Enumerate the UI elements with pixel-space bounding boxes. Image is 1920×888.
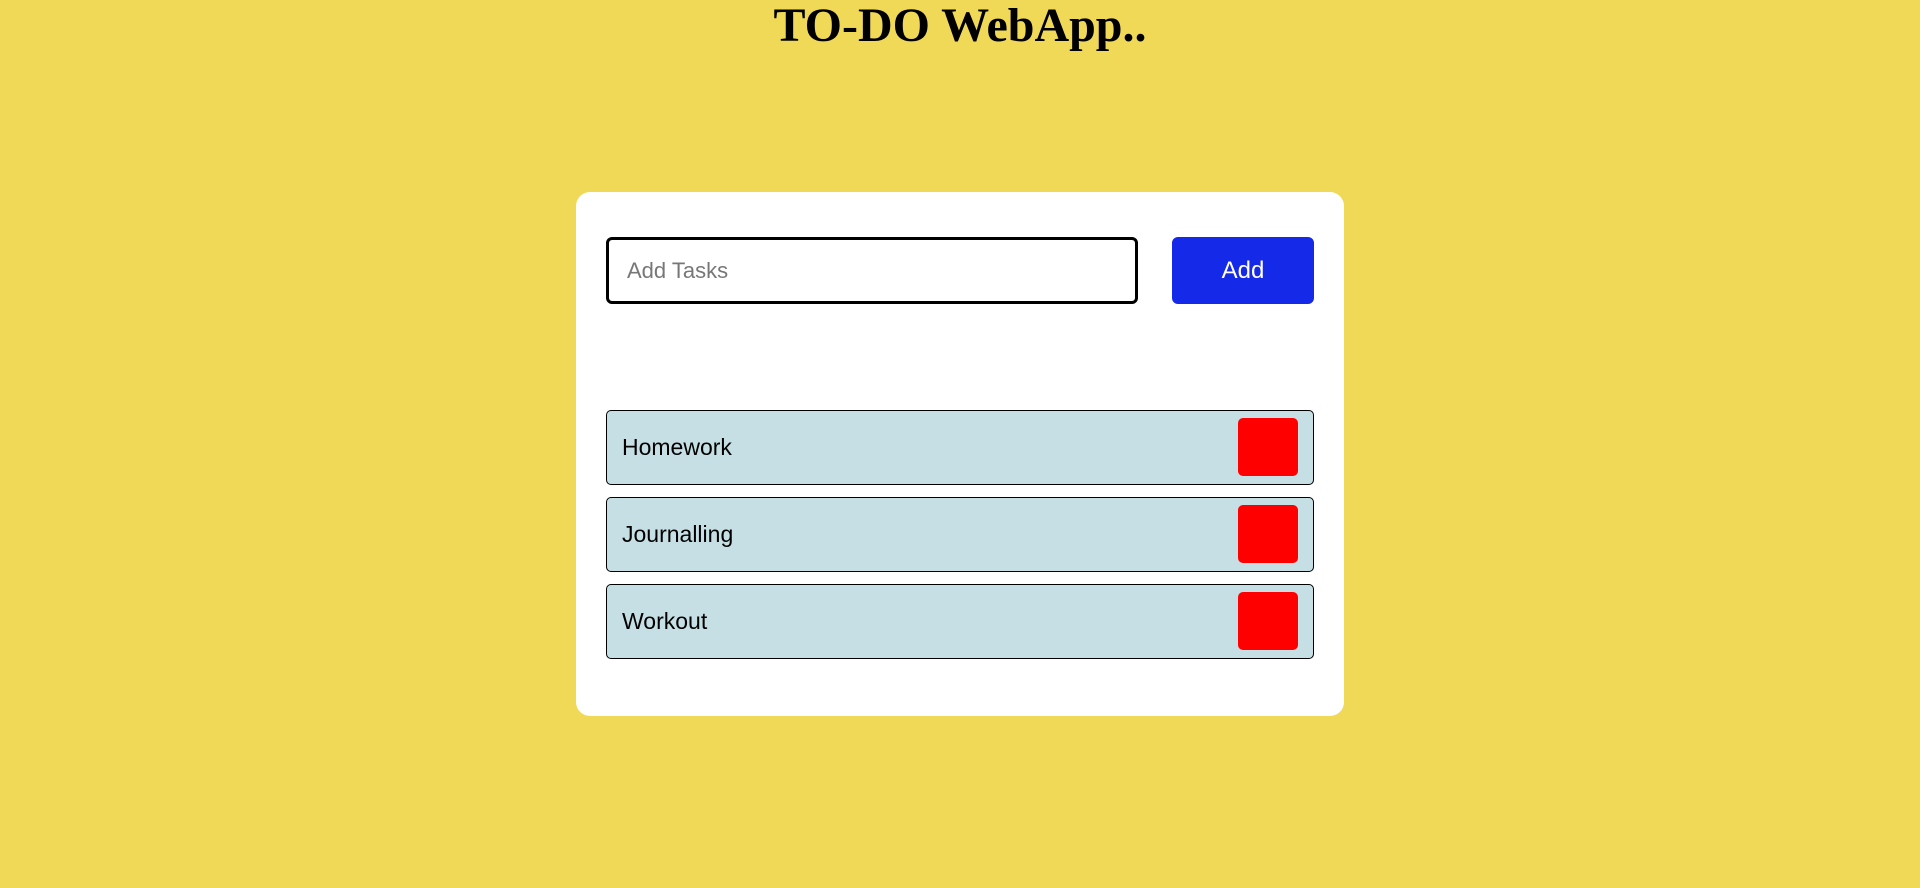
add-button[interactable]: Add [1172, 237, 1314, 304]
task-label: Journalling [622, 521, 734, 547]
todo-card: Add Homework Journalling Workout [576, 192, 1344, 716]
task-item-journalling: Journalling [606, 497, 1314, 572]
delete-task-button[interactable] [1238, 505, 1298, 563]
task-item-workout: Workout [606, 584, 1314, 659]
page-title: TO-DO WebApp.. [773, 0, 1147, 52]
task-label: Homework [622, 434, 732, 460]
delete-task-button[interactable] [1238, 418, 1298, 476]
delete-task-button[interactable] [1238, 592, 1298, 650]
task-list: Homework Journalling Workout [606, 410, 1314, 671]
task-item-homework: Homework [606, 410, 1314, 485]
add-task-input[interactable] [606, 237, 1138, 304]
task-label: Workout [622, 608, 708, 634]
